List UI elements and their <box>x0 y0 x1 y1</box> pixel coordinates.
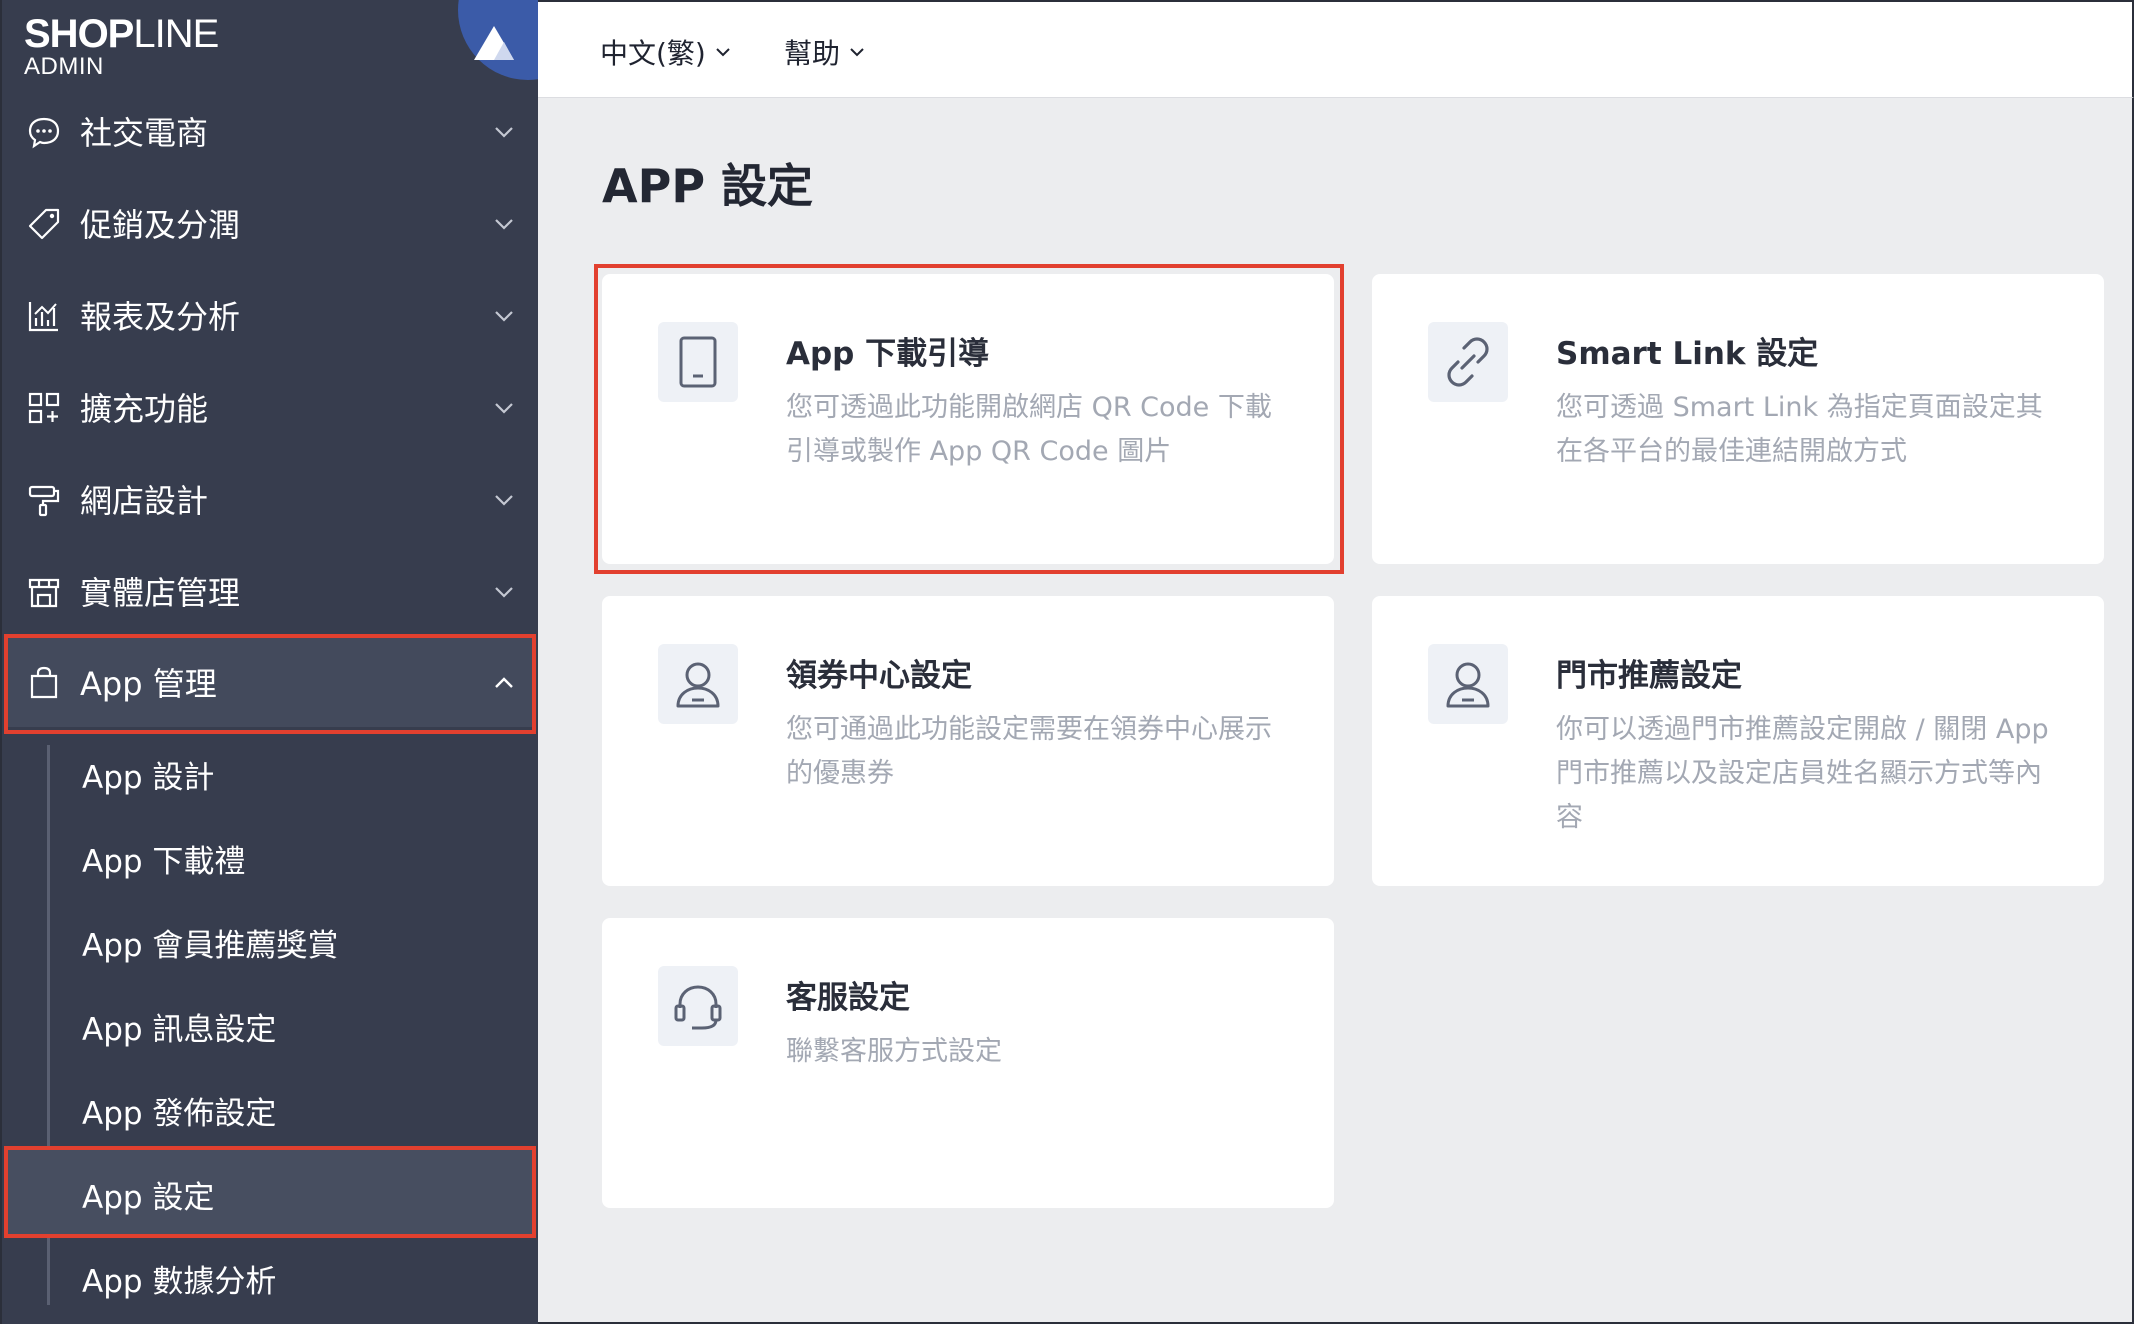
card-icon-box <box>658 644 738 724</box>
sidebar-subitem-label: App 會員推薦獎賞 <box>82 928 339 964</box>
card-icon-box <box>658 322 738 402</box>
sidebar-item-label: 報表及分析 <box>80 298 241 336</box>
card-icon-box <box>658 966 738 1046</box>
card-app-download-guide[interactable]: App 下載引導 您可透過此功能開啟網店 QR Code 下載引導或製作 App… <box>602 274 1334 564</box>
sidebar: SHOPLINE ADMIN 社交電商 促銷及分潤 報表及分析 擴充功能 網店設… <box>0 0 538 1324</box>
sidebar-subitem-label: App 設定 <box>82 1180 215 1216</box>
sidebar-subitem-app-publish[interactable]: App 發佈設定 <box>4 1066 534 1150</box>
card-customer-service[interactable]: 客服設定 聯繫客服方式設定 <box>602 918 1334 1208</box>
paint-roller-icon <box>28 485 60 517</box>
language-label: 中文(繁) <box>600 37 706 70</box>
chevron-down-icon <box>495 219 513 230</box>
sidebar-subitem-label: App 數據分析 <box>82 1264 277 1300</box>
top-bar: 中文(繁) 幫助 <box>538 0 2134 98</box>
chevron-down-icon <box>495 403 513 414</box>
sidebar-item-label: 擴充功能 <box>80 390 209 428</box>
sidebar-subitem-app-messages[interactable]: App 訊息設定 <box>4 982 534 1066</box>
language-dropdown[interactable]: 中文(繁) <box>600 32 732 72</box>
card-icon-box <box>1428 644 1508 724</box>
sidebar-subitem-app-analytics[interactable]: App 數據分析 <box>4 1234 534 1318</box>
sidebar-item-label: 實體店管理 <box>80 574 241 612</box>
card-description: 您可透過此功能開啟網店 QR Code 下載引導或製作 App QR Code … <box>786 392 1272 467</box>
card-title: Smart Link 設定 <box>1556 336 1819 372</box>
shopping-bag-icon <box>30 666 58 699</box>
sidebar-item-extensions[interactable]: 擴充功能 <box>4 362 534 452</box>
sidebar-subitem-label: App 下載禮 <box>82 844 246 880</box>
sidebar-subitem-app-design[interactable]: App 設計 <box>4 730 534 814</box>
card-store-recommendation[interactable]: 門市推薦設定 你可以透過門市推薦設定開啟 / 關閉 App 門市推薦以及設定店員… <box>1372 596 2104 886</box>
main-content: APP 設定 App 下載引導 您可透過此功能開啟網店 QR Code 下載引導… <box>538 98 2134 1324</box>
card-coupon-center[interactable]: 領券中心設定 您可通過此功能設定需要在領券中心展示的優惠券 <box>602 596 1334 886</box>
page-title: APP 設定 <box>602 159 814 213</box>
sidebar-item-promotions[interactable]: 促銷及分潤 <box>4 178 534 268</box>
link-icon <box>1447 337 1489 387</box>
mountain-logo-icon <box>474 26 514 60</box>
brand-badge <box>458 0 538 80</box>
card-description: 聯繫客服方式設定 <box>786 1036 1002 1067</box>
card-title: 領券中心設定 <box>786 658 972 694</box>
user-icon <box>676 662 720 708</box>
sidebar-item-label: 促銷及分潤 <box>80 206 241 244</box>
grid-plus-icon <box>28 392 60 424</box>
sidebar-item-reports[interactable]: 報表及分析 <box>4 270 534 360</box>
sidebar-subitem-app-referral[interactable]: App 會員推薦獎賞 <box>4 898 534 982</box>
headset-icon <box>674 985 722 1030</box>
sidebar-subitem-label: App 發佈設定 <box>82 1096 277 1132</box>
logo-subtitle: ADMIN <box>24 53 104 80</box>
card-title: 客服設定 <box>786 980 910 1016</box>
chevron-down-icon <box>495 587 513 598</box>
sidebar-item-social-commerce[interactable]: 社交電商 <box>4 86 534 176</box>
sidebar-subitem-label: App 訊息設定 <box>82 1012 277 1048</box>
chevron-down-icon <box>495 495 513 506</box>
chart-icon <box>28 302 58 332</box>
brand-logo[interactable]: SHOPLINE ADMIN <box>24 12 219 80</box>
chevron-down-icon <box>495 311 513 322</box>
card-icon-box <box>1428 322 1508 402</box>
store-icon <box>28 578 60 608</box>
card-smart-link[interactable]: Smart Link 設定 您可透過 Smart Link 為指定頁面設定其在各… <box>1372 274 2104 564</box>
card-description: 您可通過此功能設定需要在領券中心展示的優惠券 <box>786 714 1272 789</box>
chat-bubble-icon <box>28 117 60 149</box>
card-title: App 下載引導 <box>786 336 990 372</box>
help-label: 幫助 <box>784 37 841 70</box>
help-dropdown[interactable]: 幫助 <box>784 32 866 72</box>
sidebar-item-store-design[interactable]: 網店設計 <box>4 454 534 544</box>
sidebar-subitem-app-settings[interactable]: App 設定 <box>4 1150 534 1234</box>
sidebar-item-physical-store[interactable]: 實體店管理 <box>4 546 534 636</box>
tablet-icon <box>679 336 717 388</box>
sidebar-item-app-management[interactable]: App 管理 <box>4 637 534 727</box>
sidebar-item-label: App 管理 <box>80 665 217 703</box>
tag-icon <box>28 208 60 240</box>
card-description: 您可透過 Smart Link 為指定頁面設定其在各平台的最佳連結開啟方式 <box>1556 392 2043 467</box>
chevron-down-icon <box>495 127 513 138</box>
chevron-up-icon <box>495 677 513 688</box>
user-icon <box>1446 662 1490 708</box>
sidebar-item-label: 社交電商 <box>80 114 209 152</box>
chevron-down-icon <box>850 48 864 57</box>
card-description: 你可以透過門市推薦設定開啟 / 關閉 App 門市推薦以及設定店員姓名顯示方式等… <box>1556 714 2049 833</box>
sidebar-subitem-label: App 設計 <box>82 760 215 796</box>
logo-wordmark: SHOPLINE <box>24 12 219 56</box>
sidebar-subitem-app-download-gift[interactable]: App 下載禮 <box>4 814 534 898</box>
chevron-down-icon <box>716 48 730 57</box>
card-title: 門市推薦設定 <box>1556 658 1742 694</box>
sidebar-item-label: 網店設計 <box>80 482 209 520</box>
